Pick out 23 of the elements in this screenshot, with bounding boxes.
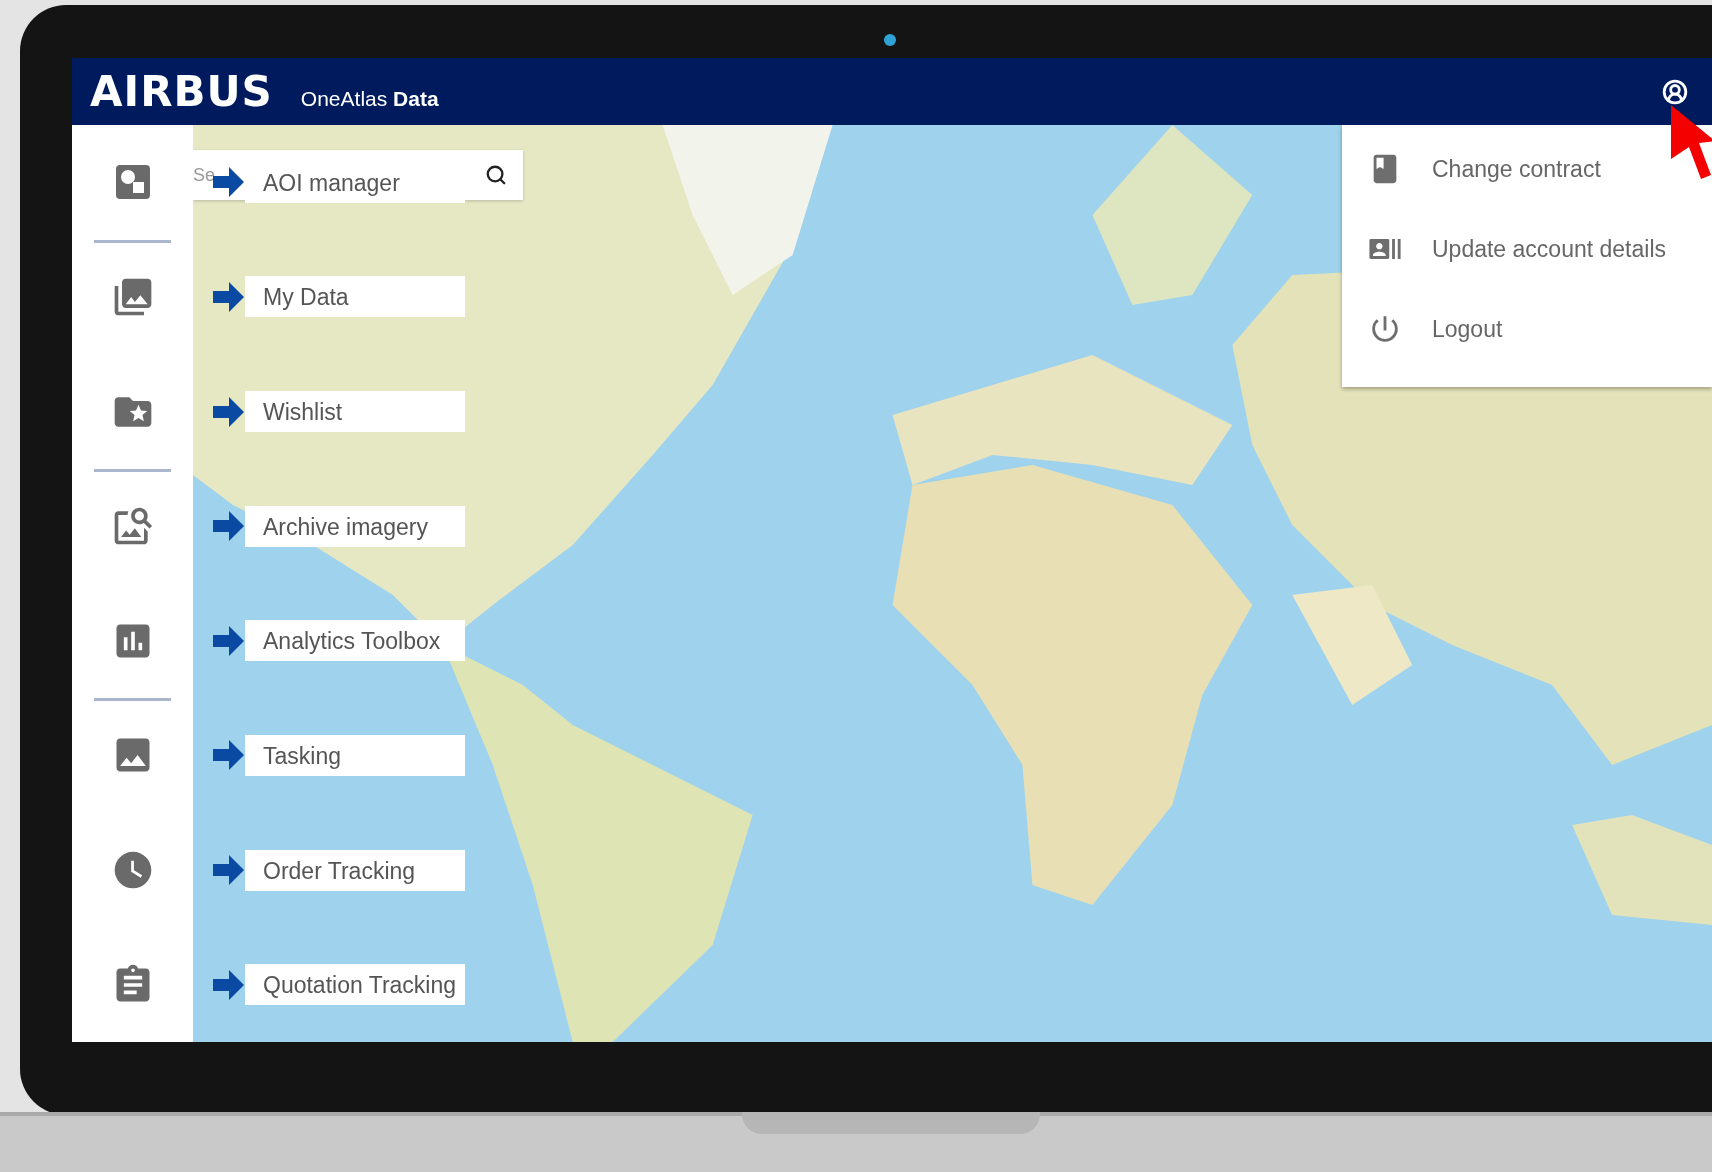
annotation-label: Order Tracking (245, 849, 465, 891)
shapes-icon[interactable] (114, 164, 151, 201)
arrow-icon (213, 854, 245, 887)
arrow-icon (213, 280, 245, 313)
logo: AIRBUS (90, 67, 273, 116)
arrow-icon (213, 395, 245, 428)
arrow-icon (213, 166, 245, 199)
annotation-label: Tasking (245, 734, 465, 776)
account-icon[interactable] (1662, 78, 1688, 105)
annotation-label: Analytics Toolbox (245, 620, 465, 662)
menu-item[interactable]: Update account details (1342, 209, 1712, 289)
arrow-icon (213, 624, 245, 657)
menu-item[interactable]: Change contract (1342, 129, 1712, 209)
product-name: OneAtlas Data (300, 86, 439, 111)
annotation-label: Archive imagery (245, 505, 465, 547)
arrow-icon (213, 739, 245, 772)
menu-item[interactable]: Logout (1342, 289, 1712, 369)
search-icon[interactable] (485, 164, 507, 186)
arrow-icon (213, 510, 245, 543)
arrow-icon (213, 968, 245, 1001)
annotation-label: Quotation Tracking (245, 964, 465, 1006)
annotation-label: Wishlist (245, 391, 465, 433)
annotation-label: My Data (245, 276, 465, 318)
